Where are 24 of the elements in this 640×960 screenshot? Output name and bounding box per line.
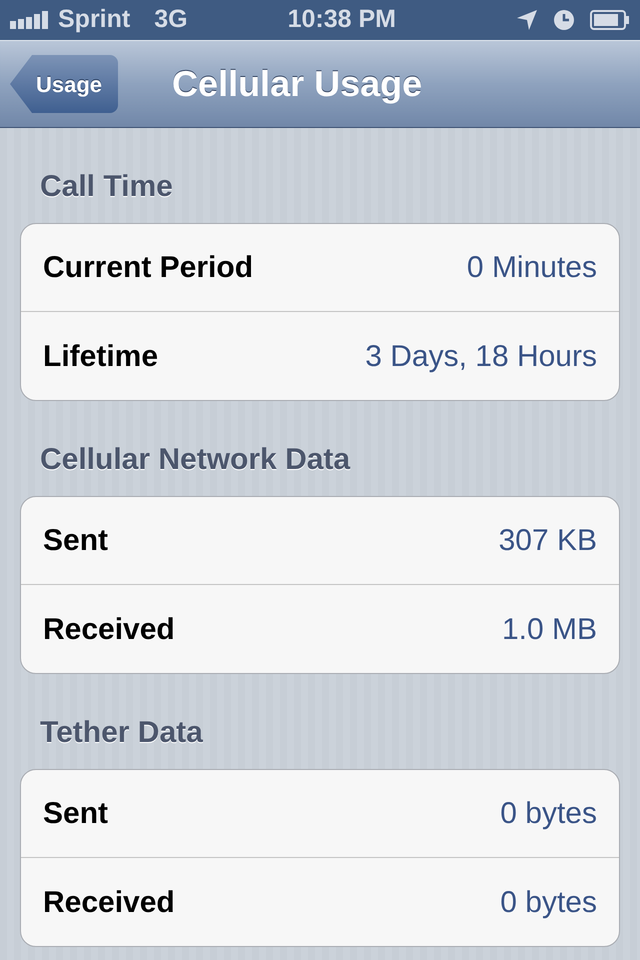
clock-icon <box>554 10 574 30</box>
row-label: Received <box>43 884 175 920</box>
section-header: Cellular Network Data <box>39 442 352 478</box>
row-label: Current Period <box>43 250 254 286</box>
back-button[interactable]: Usage <box>10 55 118 113</box>
row-value: 1.0 MB <box>502 612 597 648</box>
row-label: Sent <box>43 796 108 832</box>
row-label: Lifetime <box>43 338 158 374</box>
location-arrow-icon <box>516 9 538 31</box>
page-title: Cellular Usage <box>172 62 422 106</box>
row-label: Sent <box>43 523 108 559</box>
row-value: 0 bytes <box>500 884 597 920</box>
section-header: Call Time <box>39 169 174 205</box>
section-header: Tether Data <box>39 715 204 751</box>
network-type: 3G <box>154 4 188 36</box>
status-time: 10:38 PM <box>288 4 396 36</box>
signal-icon <box>10 11 50 29</box>
row-value: 0 bytes <box>500 796 597 832</box>
row-label: Received <box>43 612 175 648</box>
row-value: 0 Minutes <box>466 250 597 286</box>
battery-icon <box>590 10 630 30</box>
row-value: 307 KB <box>498 523 597 559</box>
row-value: 3 Days, 18 Hours <box>365 338 597 374</box>
carrier-name: Sprint <box>58 4 130 36</box>
